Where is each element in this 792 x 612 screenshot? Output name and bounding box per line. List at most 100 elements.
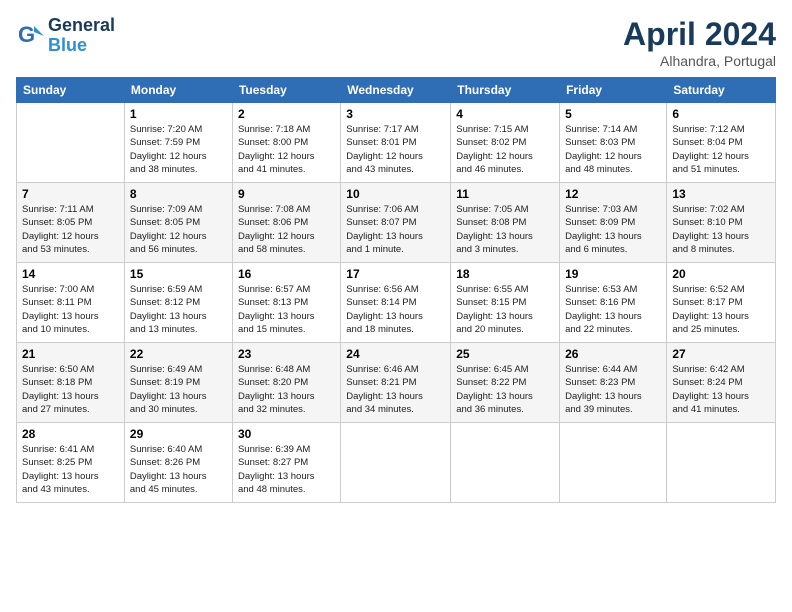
day-info: Sunrise: 7:11 AMSunset: 8:05 PMDaylight:… xyxy=(22,203,119,256)
day-info: Sunrise: 7:00 AMSunset: 8:11 PMDaylight:… xyxy=(22,283,119,336)
day-info: Sunrise: 7:14 AMSunset: 8:03 PMDaylight:… xyxy=(565,123,661,176)
day-info: Sunrise: 6:56 AMSunset: 8:14 PMDaylight:… xyxy=(346,283,445,336)
day-number: 7 xyxy=(22,187,119,201)
day-info: Sunrise: 6:48 AMSunset: 8:20 PMDaylight:… xyxy=(238,363,335,416)
day-number: 19 xyxy=(565,267,661,281)
day-number: 27 xyxy=(672,347,770,361)
day-number: 13 xyxy=(672,187,770,201)
day-number: 23 xyxy=(238,347,335,361)
calendar-cell: 14 Sunrise: 7:00 AMSunset: 8:11 PMDayligh… xyxy=(17,263,125,343)
day-info: Sunrise: 6:55 AMSunset: 8:15 PMDaylight:… xyxy=(456,283,554,336)
day-number: 28 xyxy=(22,427,119,441)
day-number: 10 xyxy=(346,187,445,201)
title-area: April 2024 Alhandra, Portugal xyxy=(623,16,776,69)
day-info: Sunrise: 6:59 AMSunset: 8:12 PMDaylight:… xyxy=(130,283,227,336)
day-info: Sunrise: 7:03 AMSunset: 8:09 PMDaylight:… xyxy=(565,203,661,256)
day-number: 30 xyxy=(238,427,335,441)
calendar-cell xyxy=(667,423,776,503)
day-info: Sunrise: 7:05 AMSunset: 8:08 PMDaylight:… xyxy=(456,203,554,256)
calendar-cell: 6 Sunrise: 7:12 AMSunset: 8:04 PMDaylight… xyxy=(667,103,776,183)
location: Alhandra, Portugal xyxy=(623,53,776,69)
calendar-cell: 8Sunrise: 7:09 AMSunset: 8:05 PMDaylight… xyxy=(124,183,232,263)
day-info: Sunrise: 6:40 AMSunset: 8:26 PMDaylight:… xyxy=(130,443,227,496)
weekday-header: Saturday xyxy=(667,78,776,103)
logo-line1: General xyxy=(48,16,115,36)
logo: G General Blue xyxy=(16,16,115,56)
calendar-cell: 13 Sunrise: 7:02 AMSunset: 8:10 PMDayligh… xyxy=(667,183,776,263)
day-number: 17 xyxy=(346,267,445,281)
calendar-cell: 22 Sunrise: 6:49 AMSunset: 8:19 PMDayligh… xyxy=(124,343,232,423)
day-number: 11 xyxy=(456,187,554,201)
day-info: Sunrise: 6:41 AMSunset: 8:25 PMDaylight:… xyxy=(22,443,119,496)
day-info: Sunrise: 6:45 AMSunset: 8:22 PMDaylight:… xyxy=(456,363,554,416)
weekday-header: Tuesday xyxy=(232,78,340,103)
day-info: Sunrise: 7:15 AMSunset: 8:02 PMDaylight:… xyxy=(456,123,554,176)
day-number: 14 xyxy=(22,267,119,281)
day-number: 21 xyxy=(22,347,119,361)
weekday-header: Monday xyxy=(124,78,232,103)
day-number: 4 xyxy=(456,107,554,121)
calendar-cell: 11 Sunrise: 7:05 AMSunset: 8:08 PMDayligh… xyxy=(451,183,560,263)
logo-line2: Blue xyxy=(48,36,115,56)
day-number: 16 xyxy=(238,267,335,281)
logo-icon: G xyxy=(16,22,44,50)
day-info: Sunrise: 7:18 AMSunset: 8:00 PMDaylight:… xyxy=(238,123,335,176)
day-number: 6 xyxy=(672,107,770,121)
day-number: 3 xyxy=(346,107,445,121)
calendar-cell: 1 Sunrise: 7:20 AMSunset: 7:59 PMDaylight… xyxy=(124,103,232,183)
calendar-table: SundayMondayTuesdayWednesdayThursdayFrid… xyxy=(16,77,776,503)
calendar-cell: 15 Sunrise: 6:59 AMSunset: 8:12 PMDayligh… xyxy=(124,263,232,343)
day-number: 18 xyxy=(456,267,554,281)
calendar-cell: 9 Sunrise: 7:08 AMSunset: 8:06 PMDaylight… xyxy=(232,183,340,263)
calendar-cell: 19 Sunrise: 6:53 AMSunset: 8:16 PMDayligh… xyxy=(560,263,667,343)
day-info: Sunrise: 6:46 AMSunset: 8:21 PMDaylight:… xyxy=(346,363,445,416)
calendar-cell: 29 Sunrise: 6:40 AMSunset: 8:26 PMDayligh… xyxy=(124,423,232,503)
calendar-cell: 24 Sunrise: 6:46 AMSunset: 8:21 PMDayligh… xyxy=(341,343,451,423)
day-info: Sunrise: 7:17 AMSunset: 8:01 PMDaylight:… xyxy=(346,123,445,176)
calendar-cell: 2 Sunrise: 7:18 AMSunset: 8:00 PMDaylight… xyxy=(232,103,340,183)
calendar-week-row: 1 Sunrise: 7:20 AMSunset: 7:59 PMDaylight… xyxy=(17,103,776,183)
calendar-cell: 26Sunrise: 6:44 AMSunset: 8:23 PMDayligh… xyxy=(560,343,667,423)
calendar-week-row: 7 Sunrise: 7:11 AMSunset: 8:05 PMDaylight… xyxy=(17,183,776,263)
weekday-header-row: SundayMondayTuesdayWednesdayThursdayFrid… xyxy=(17,78,776,103)
day-number: 15 xyxy=(130,267,227,281)
day-number: 1 xyxy=(130,107,227,121)
day-number: 9 xyxy=(238,187,335,201)
calendar-cell: 20Sunrise: 6:52 AMSunset: 8:17 PMDayligh… xyxy=(667,263,776,343)
day-number: 12 xyxy=(565,187,661,201)
calendar-cell: 27Sunrise: 6:42 AMSunset: 8:24 PMDayligh… xyxy=(667,343,776,423)
day-info: Sunrise: 7:06 AMSunset: 8:07 PMDaylight:… xyxy=(346,203,445,256)
calendar-week-row: 14 Sunrise: 7:00 AMSunset: 8:11 PMDayligh… xyxy=(17,263,776,343)
day-info: Sunrise: 6:53 AMSunset: 8:16 PMDaylight:… xyxy=(565,283,661,336)
calendar-cell: 10 Sunrise: 7:06 AMSunset: 8:07 PMDayligh… xyxy=(341,183,451,263)
day-number: 24 xyxy=(346,347,445,361)
day-info: Sunrise: 7:08 AMSunset: 8:06 PMDaylight:… xyxy=(238,203,335,256)
day-info: Sunrise: 6:49 AMSunset: 8:19 PMDaylight:… xyxy=(130,363,227,416)
day-number: 22 xyxy=(130,347,227,361)
day-info: Sunrise: 7:02 AMSunset: 8:10 PMDaylight:… xyxy=(672,203,770,256)
calendar-cell xyxy=(451,423,560,503)
calendar-cell: 5 Sunrise: 7:14 AMSunset: 8:03 PMDaylight… xyxy=(560,103,667,183)
calendar-cell: 16Sunrise: 6:57 AMSunset: 8:13 PMDayligh… xyxy=(232,263,340,343)
calendar-cell: 3 Sunrise: 7:17 AMSunset: 8:01 PMDaylight… xyxy=(341,103,451,183)
day-number: 5 xyxy=(565,107,661,121)
day-info: Sunrise: 6:39 AMSunset: 8:27 PMDaylight:… xyxy=(238,443,335,496)
calendar-week-row: 21 Sunrise: 6:50 AMSunset: 8:18 PMDayligh… xyxy=(17,343,776,423)
calendar-week-row: 28 Sunrise: 6:41 AMSunset: 8:25 PMDayligh… xyxy=(17,423,776,503)
day-info: Sunrise: 7:12 AMSunset: 8:04 PMDaylight:… xyxy=(672,123,770,176)
day-number: 29 xyxy=(130,427,227,441)
calendar-cell: 30 Sunrise: 6:39 AMSunset: 8:27 PMDayligh… xyxy=(232,423,340,503)
day-number: 25 xyxy=(456,347,554,361)
page-header: G General Blue April 2024 Alhandra, Port… xyxy=(16,16,776,69)
calendar-cell xyxy=(341,423,451,503)
day-info: Sunrise: 7:20 AMSunset: 7:59 PMDaylight:… xyxy=(130,123,227,176)
calendar-cell: 7 Sunrise: 7:11 AMSunset: 8:05 PMDaylight… xyxy=(17,183,125,263)
day-number: 26 xyxy=(565,347,661,361)
day-info: Sunrise: 6:50 AMSunset: 8:18 PMDaylight:… xyxy=(22,363,119,416)
weekday-header: Thursday xyxy=(451,78,560,103)
calendar-cell: 12 Sunrise: 7:03 AMSunset: 8:09 PMDayligh… xyxy=(560,183,667,263)
weekday-header: Sunday xyxy=(17,78,125,103)
calendar-cell: 28 Sunrise: 6:41 AMSunset: 8:25 PMDayligh… xyxy=(17,423,125,503)
calendar-cell: 23 Sunrise: 6:48 AMSunset: 8:20 PMDayligh… xyxy=(232,343,340,423)
day-number: 2 xyxy=(238,107,335,121)
